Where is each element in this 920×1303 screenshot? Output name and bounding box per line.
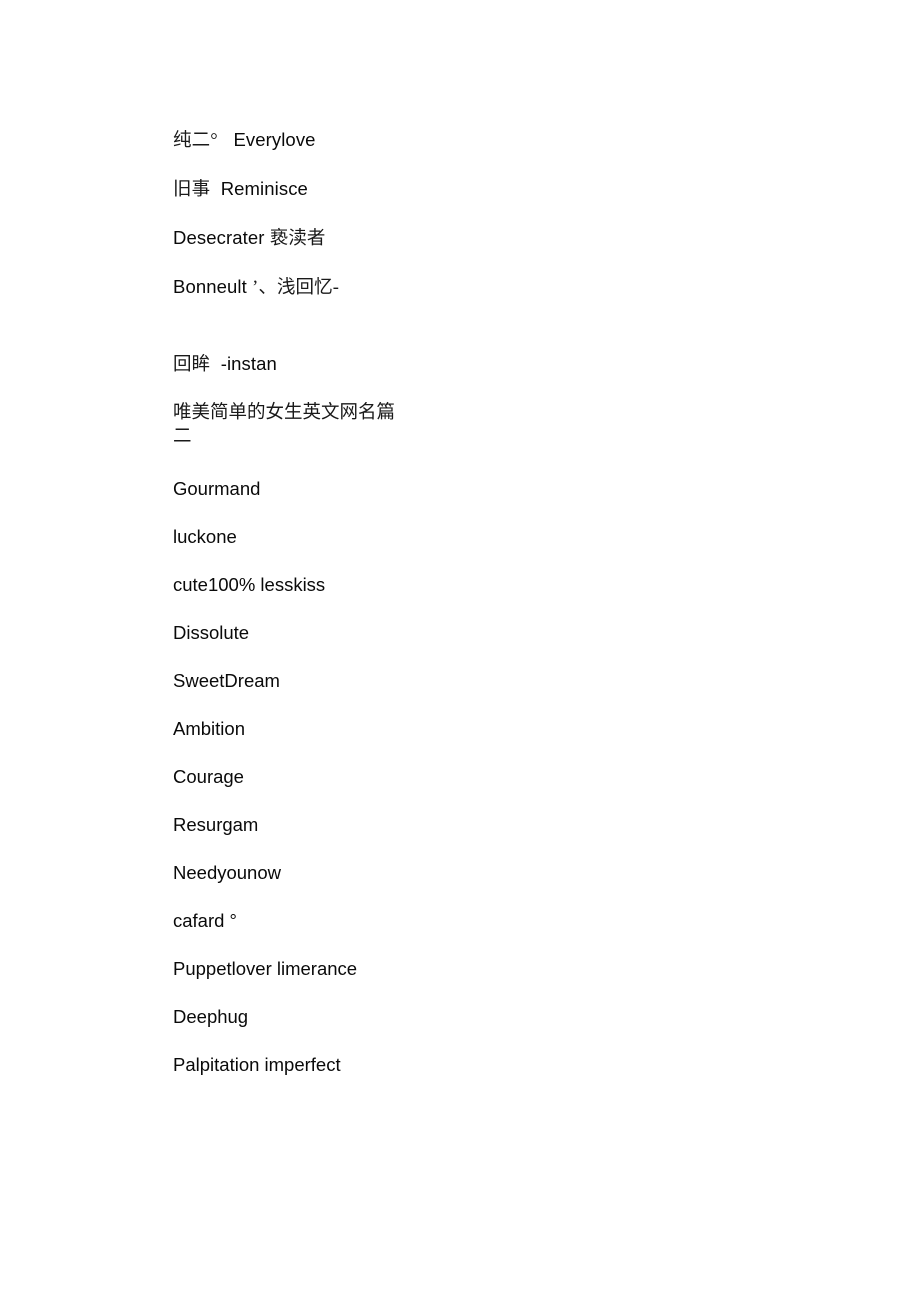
name-entry-latin: -instan [220, 353, 277, 374]
document-body: 纯二° Everylove 旧事 Reminisce Desecrater 亵渎… [173, 128, 813, 1101]
list-item: luckone [173, 526, 237, 547]
name-entry-cjk: 纯二° [173, 131, 218, 151]
name-entry: Desecrater 亵渎者 [173, 226, 813, 251]
list-item: SweetDream [173, 670, 280, 691]
name-entry-latin: Bonneult [173, 276, 253, 297]
name-entry-latin: Desecrater [173, 227, 270, 248]
list-item: Dissolute [173, 622, 250, 643]
list-item: Palpitation imperfect [173, 1054, 341, 1075]
section-heading: 唯美简单的女生英文网名篇二 [173, 403, 396, 447]
list-item: Ambition [173, 718, 245, 739]
name-entry-latin: Reminisce [220, 178, 308, 199]
list-item: Deephug [173, 1006, 249, 1027]
name-entry: Bonneult ’、浅回忆- [173, 275, 813, 300]
name-entry-latin: Everylove [233, 129, 316, 150]
name-entry-separator [210, 353, 220, 374]
list-item: Puppetlover limerance [173, 958, 358, 979]
list-item: Resurgam [173, 814, 259, 835]
name-entry: 纯二° Everylove [173, 128, 813, 153]
name-entry-cjk: ’、浅回忆- [252, 278, 339, 298]
list-item: cute100% lesskiss [173, 574, 326, 595]
name-entry-cjk: 亵渎者 [269, 229, 326, 249]
list-item: Courage [173, 766, 244, 787]
name-entry: 回眸 -instan [173, 352, 813, 377]
name-entry-cjk: 回眸 [173, 355, 211, 375]
list-item: Gourmand [173, 478, 261, 499]
list-item: cafard ° [173, 910, 237, 931]
document-page: 纯二° Everylove 旧事 Reminisce Desecrater 亵渎… [0, 0, 920, 1303]
name-entry-separator [210, 178, 220, 199]
name-entry-separator [218, 129, 234, 150]
name-entry: 旧事 Reminisce [173, 177, 813, 202]
name-entry-cjk: 旧事 [173, 180, 211, 200]
list-item: Needyounow [173, 862, 281, 883]
